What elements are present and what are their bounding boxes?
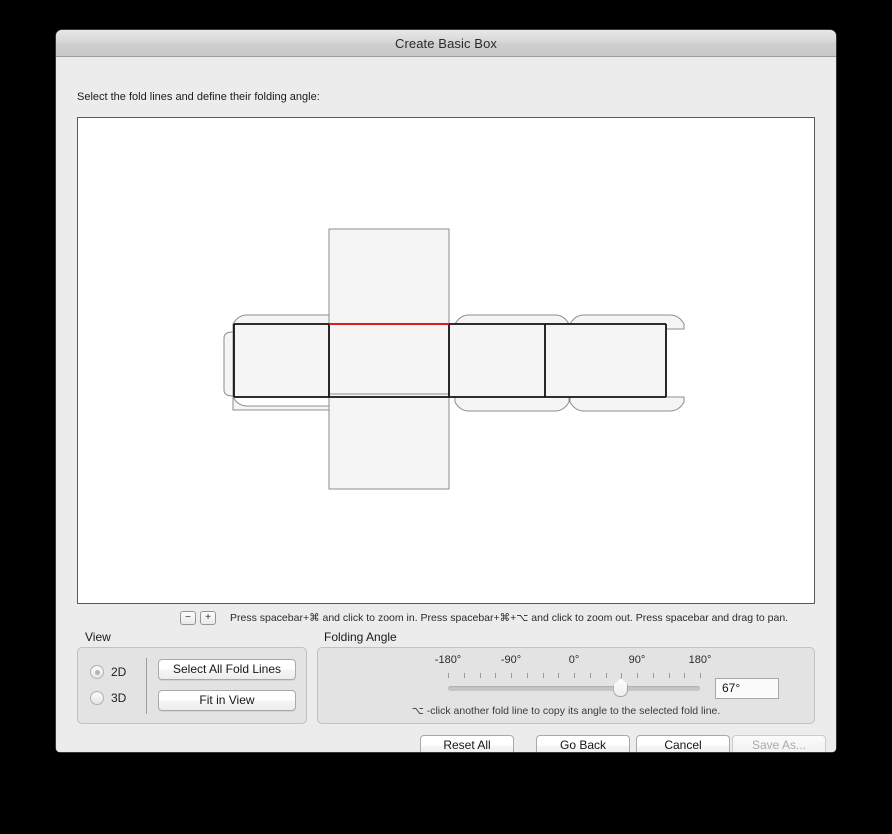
slider-tick-label: -90° [500, 654, 522, 666]
slider-tick-mark [558, 673, 560, 678]
slider-thumb[interactable] [613, 678, 629, 697]
folding-angle-group-label: Folding Angle [324, 630, 397, 644]
slider-tick-mark [684, 673, 686, 678]
save-as-button[interactable]: Save As... [732, 735, 826, 752]
canvas-hint-row: − + Press spacebar+⌘ and click to zoom i… [77, 608, 815, 628]
slider-tick-mark [637, 673, 638, 678]
view-group-divider [146, 658, 147, 714]
view-group-box: 2D 3D Select All Fold Lines Fit in View [77, 647, 307, 724]
folding-angle-hint: ⌥ -click another fold line to copy its a… [411, 705, 721, 717]
slider-tick-mark [463, 673, 465, 678]
flap-bottom-panel-4 [569, 396, 685, 412]
instruction-text: Select the fold lines and define their f… [77, 91, 320, 103]
radio-3d-label: 3D [111, 691, 127, 705]
slider-tick-labels: -180° -90° 0° 90° 180° [318, 654, 814, 668]
slider-tick-label: 0° [568, 654, 580, 666]
box-net-drawing [223, 228, 685, 490]
panel-back [544, 323, 667, 398]
radio-2d-icon[interactable] [90, 665, 104, 679]
dialog-title: Create Basic Box [394, 35, 498, 51]
slider-ticks [448, 673, 701, 680]
radio-2d-label: 2D [111, 665, 127, 679]
slider-tick-label: 90° [628, 654, 646, 666]
select-all-fold-lines-button[interactable]: Select All Fold Lines [158, 659, 296, 680]
slider-tick-mark [542, 673, 544, 678]
flap-bottom-panel-3 [454, 396, 570, 412]
dialog-body: Select the fold lines and define their f… [56, 57, 836, 752]
go-back-button[interactable]: Go Back [536, 735, 630, 752]
create-basic-box-dialog: Create Basic Box Select the fold lines a… [56, 30, 836, 752]
zoom-out-icon[interactable]: − [180, 611, 196, 625]
slider-tick-mark [479, 673, 481, 678]
slider-tick-mark [448, 673, 449, 678]
panel-side-2 [448, 323, 546, 398]
slider-track[interactable] [448, 686, 700, 691]
panel-side-1 [232, 323, 330, 398]
slider-tick-mark [621, 673, 623, 678]
reset-all-button[interactable]: Reset All [420, 735, 514, 752]
zoom-in-icon[interactable]: + [200, 611, 216, 625]
folding-angle-slider[interactable] [448, 673, 701, 701]
dieline-canvas[interactable] [77, 117, 815, 604]
slider-tick-label: -180° [434, 654, 462, 666]
slider-tick-label: 180° [688, 654, 712, 666]
slider-tick-mark [605, 673, 607, 678]
dialog-titlebar: Create Basic Box [56, 30, 836, 57]
panel-top-lid [328, 228, 450, 325]
radio-row-2d[interactable]: 2D [90, 659, 152, 685]
slider-tick-mark [526, 673, 528, 678]
view-group-label: View [85, 630, 111, 644]
slider-tick-mark [668, 673, 670, 678]
slider-tick-mark [574, 673, 575, 678]
folding-angle-input[interactable]: 67° [715, 678, 779, 699]
zoom-button-group: − + [180, 611, 216, 625]
panel-front [328, 323, 450, 395]
radio-3d-icon[interactable] [90, 691, 104, 705]
slider-tick-mark [700, 673, 701, 678]
zoom-hint-text: Press spacebar+⌘ and click to zoom in. P… [230, 612, 789, 624]
slider-tick-mark [589, 673, 591, 678]
slider-tick-mark [652, 673, 654, 678]
dialog-footer: Reset All Go Back Cancel Save As... [56, 735, 836, 752]
fit-in-view-button[interactable]: Fit in View [158, 690, 296, 711]
folding-angle-group-box: -180° -90° 0° 90° 180° 67° ⌥ -click another … [317, 647, 815, 724]
cancel-button[interactable]: Cancel [636, 735, 730, 752]
slider-tick-mark [495, 673, 497, 678]
slider-tick-mark [511, 673, 512, 678]
view-radio-group: 2D 3D [90, 659, 152, 711]
radio-row-3d[interactable]: 3D [90, 685, 152, 711]
panel-bottom-base [328, 393, 450, 490]
